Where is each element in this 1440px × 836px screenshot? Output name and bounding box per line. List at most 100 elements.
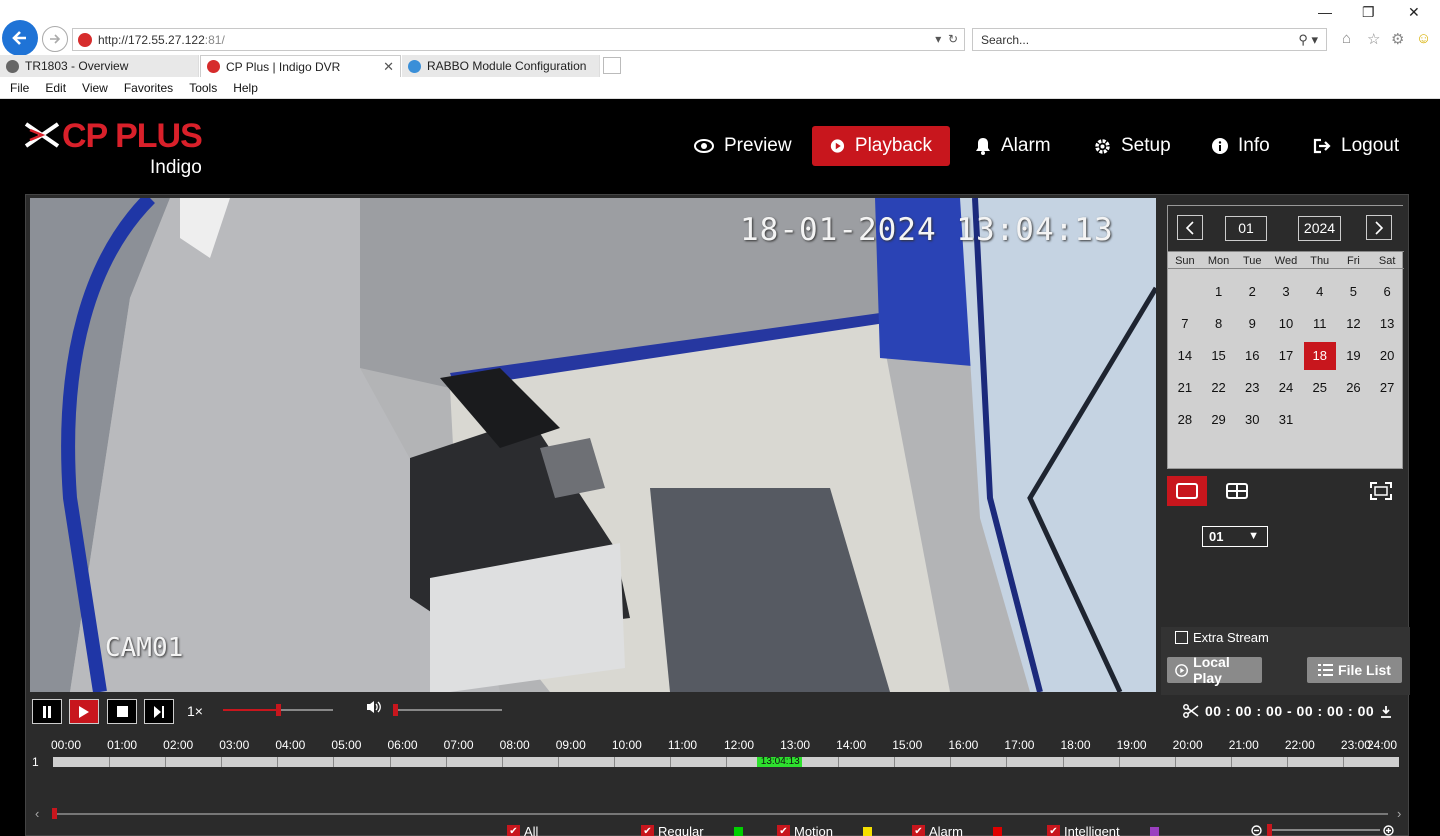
play-button[interactable] [69,699,99,724]
calendar-day[interactable]: 9 [1235,308,1269,340]
calendar-day[interactable]: 12 [1337,308,1371,340]
next-month-button[interactable] [1366,215,1392,240]
checkbox-checked-icon[interactable]: ✔ [507,825,520,836]
smiley-icon[interactable]: ☺ [1416,30,1431,47]
volume-thumb[interactable] [393,704,398,716]
calendar-day[interactable]: 8 [1202,308,1236,340]
calendar-day[interactable]: 4 [1303,276,1337,308]
calendar-day[interactable]: 15 [1202,340,1236,372]
nav-logout[interactable]: Logout [1295,126,1417,166]
nav-preview[interactable]: Preview [676,126,810,166]
calendar-day[interactable]: 22 [1202,372,1236,404]
layout-quad-button[interactable] [1217,476,1257,506]
calendar-day[interactable]: 20 [1370,340,1404,372]
progress-thumb[interactable] [276,704,281,716]
menu-edit[interactable]: Edit [45,79,66,98]
checkbox-checked-icon[interactable]: ✔ [777,825,790,836]
search-icon[interactable]: ⚲ ▾ [1298,32,1318,48]
calendar-day[interactable]: 23 [1235,372,1269,404]
layout-single-button[interactable] [1167,476,1207,506]
checkbox-checked-icon[interactable]: ✔ [641,825,654,836]
extra-stream-checkbox[interactable] [1175,631,1188,644]
scroll-left-icon[interactable]: ‹ [35,806,39,821]
video-player[interactable]: 18-01-2024 13:04:13 CAM01 [30,198,1156,692]
fullscreen-button[interactable] [1361,476,1401,506]
calendar-day[interactable]: 11 [1303,308,1337,340]
minimize-icon[interactable]: — [1318,4,1332,20]
search-input[interactable]: Search... ⚲ ▾ [972,28,1327,51]
home-icon[interactable]: ⌂ [1342,30,1351,47]
address-bar[interactable]: http://172.55.27.122:81/ ▾ ↻ [72,28,965,51]
calendar-day[interactable]: 25 [1303,372,1337,404]
favorites-star-icon[interactable]: ☆ [1367,30,1380,48]
scissors-icon[interactable] [1183,704,1199,718]
calendar-day[interactable]: 2 [1235,276,1269,308]
restore-icon[interactable]: ❐ [1362,4,1375,21]
nav-setup[interactable]: Setup [1076,126,1189,166]
calendar-day[interactable]: 13 [1370,308,1404,340]
local-play-button[interactable]: Local Play [1167,654,1262,686]
zoom-in-icon[interactable] [1383,825,1394,836]
playback-speed[interactable]: 1× [187,703,203,719]
legend-all[interactable]: ✔ All [507,824,538,836]
checkbox-checked-icon[interactable]: ✔ [912,825,925,836]
zoom-out-icon[interactable] [1251,825,1262,836]
tab-cpplus[interactable]: CP Plus | Indigo DVR ✕ [200,55,401,77]
menu-file[interactable]: File [10,79,29,98]
calendar-day[interactable]: 30 [1235,404,1269,436]
menu-favorites[interactable]: Favorites [124,79,173,98]
calendar-day[interactable]: 17 [1269,340,1303,372]
tab-rabbo[interactable]: RABBO Module Configuration [402,55,600,77]
calendar-day[interactable]: 28 [1168,404,1202,436]
calendar-day[interactable]: 3 [1269,276,1303,308]
close-window-icon[interactable]: ✕ [1408,4,1420,21]
calendar-day[interactable]: 19 [1337,340,1371,372]
volume-icon[interactable] [366,700,382,714]
calendar-day[interactable]: 27 [1370,372,1404,404]
legend-motion[interactable]: ✔ Motion [777,824,873,836]
calendar-day[interactable]: 18 [1303,342,1336,370]
timeline-scrollbar[interactable] [54,813,1388,815]
calendar-day[interactable]: 7 [1168,308,1202,340]
nav-info[interactable]: Info [1194,126,1288,166]
calendar-day[interactable]: 14 [1168,340,1202,372]
legend-regular[interactable]: ✔ Regular [641,824,743,836]
year-field[interactable]: 2024 [1298,216,1341,241]
month-field[interactable]: 01 [1225,216,1267,241]
zoom-slider[interactable] [1267,829,1380,831]
close-tab-icon[interactable]: ✕ [383,59,394,75]
calendar-day[interactable]: 31 [1269,404,1303,436]
settings-gear-icon[interactable]: ⚙ [1391,30,1404,48]
tab-tr1803[interactable]: TR1803 - Overview [0,55,199,77]
download-icon[interactable] [1380,705,1392,718]
calendar-day[interactable]: 26 [1337,372,1371,404]
calendar-day[interactable]: 29 [1202,404,1236,436]
zoom-thumb[interactable] [1267,824,1272,836]
next-frame-button[interactable] [144,699,174,724]
scroll-right-icon[interactable]: › [1397,806,1401,821]
calendar-day[interactable]: 1 [1202,276,1236,308]
calendar-day[interactable]: 10 [1269,308,1303,340]
stop-button[interactable] [107,699,137,724]
checkbox-checked-icon[interactable]: ✔ [1047,825,1060,836]
timeline-bar[interactable]: 13:04:13 [53,756,1399,767]
menu-tools[interactable]: Tools [189,79,217,98]
pause-button[interactable] [32,699,62,724]
nav-playback[interactable]: Playback [812,126,950,166]
calendar-day[interactable]: 21 [1168,372,1202,404]
volume-slider[interactable] [393,709,502,711]
calendar-day[interactable]: 6 [1370,276,1404,308]
calendar-day[interactable]: 5 [1337,276,1371,308]
extra-stream-option[interactable]: Extra Stream [1175,630,1269,645]
menu-help[interactable]: Help [233,79,258,98]
new-tab-button[interactable] [603,57,621,74]
forward-button[interactable] [42,26,68,52]
refresh-icon[interactable]: ▾ ↻ [935,32,958,46]
back-button[interactable] [2,20,38,56]
file-list-button[interactable]: File List [1307,657,1402,683]
channel-select[interactable]: 01 ▼ [1202,526,1268,547]
timeline-scroll-thumb[interactable] [52,808,57,819]
calendar-day[interactable]: 24 [1269,372,1303,404]
menu-view[interactable]: View [82,79,108,98]
calendar-day[interactable]: 16 [1235,340,1269,372]
